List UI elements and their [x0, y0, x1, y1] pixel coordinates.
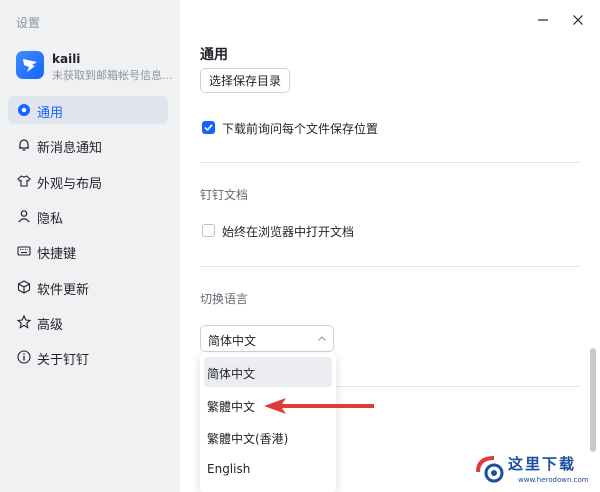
- check-icon: [204, 124, 213, 132]
- divider: [200, 162, 580, 163]
- language-select[interactable]: 简体中文: [200, 325, 334, 352]
- language-option-english[interactable]: English: [204, 454, 332, 484]
- sidebar-item-notifications[interactable]: 新消息通知: [8, 131, 168, 159]
- annotation-arrow: [264, 398, 374, 414]
- section-title: 通用: [200, 47, 228, 63]
- sidebar-item-label: 关于钉钉: [37, 353, 90, 368]
- window-title: 设置: [16, 16, 41, 30]
- minimize-icon[interactable]: [536, 13, 550, 27]
- checkbox-unchecked[interactable]: [202, 224, 215, 237]
- sidebar-item-label: 软件更新: [37, 283, 90, 298]
- dingtalk-logo-icon: [23, 59, 37, 72]
- person-icon: [18, 210, 30, 223]
- language-dropdown-menu: 简体中文 繁體中文 繁體中文(香港) English: [200, 354, 336, 492]
- profile-name: kaili: [52, 52, 81, 66]
- bell-icon: [19, 139, 29, 151]
- keyboard-icon: [17, 246, 31, 256]
- box-icon: [17, 280, 31, 294]
- watermark-logo-icon: [476, 456, 504, 483]
- docs-section-title: 钉钉文档: [200, 188, 249, 202]
- sidebar-item-label: 隐私: [37, 212, 64, 227]
- chevron-up-icon: [318, 336, 326, 341]
- sidebar-item-appearance[interactable]: 外观与布局: [8, 167, 168, 195]
- checkbox-checked[interactable]: [202, 121, 215, 134]
- language-section-title: 切换语言: [200, 292, 249, 306]
- sidebar-item-advanced[interactable]: 高级: [8, 308, 168, 336]
- scrollbar-thumb[interactable]: [590, 348, 596, 452]
- sidebar-item-label: 快捷键: [37, 247, 77, 262]
- star-icon: [17, 315, 31, 329]
- sidebar-item-privacy[interactable]: 隐私: [8, 202, 168, 230]
- sidebar: 设置 kaili 未获取到邮箱帐号信息... 通用 新消息通知 外观与布局 隐私…: [0, 0, 180, 492]
- sidebar-item-shortcuts[interactable]: 快捷键: [8, 237, 168, 265]
- sidebar-item-label: 通用: [37, 106, 64, 121]
- sidebar-item-label: 高级: [37, 318, 64, 333]
- watermark-url: www.herodown.com: [518, 476, 589, 484]
- sidebar-item-label: 新消息通知: [37, 141, 103, 156]
- profile-card[interactable]: kaili 未获取到邮箱帐号信息...: [16, 51, 176, 83]
- watermark-text: 这里下载: [508, 455, 577, 473]
- checkbox-label: 始终在浏览器中打开文档: [222, 225, 355, 239]
- choose-save-directory-button[interactable]: 选择保存目录: [200, 68, 291, 93]
- sidebar-item-about[interactable]: 关于钉钉: [8, 343, 168, 371]
- divider: [200, 266, 580, 267]
- site-watermark: 这里下载 www.herodown.com: [474, 450, 598, 490]
- language-selected-value: 简体中文: [208, 334, 257, 348]
- settings-panel: 通用 选择保存目录 下载前询问每个文件保存位置 钉钉文档 始终在浏览器中打开文档…: [180, 0, 600, 492]
- open-docs-in-browser-checkbox[interactable]: 始终在浏览器中打开文档: [200, 222, 380, 240]
- checkbox-label: 下载前询问每个文件保存位置: [222, 122, 379, 136]
- shirt-icon: [17, 175, 31, 187]
- ask-save-location-checkbox[interactable]: 下载前询问每个文件保存位置: [200, 119, 400, 137]
- avatar: [16, 51, 44, 79]
- sidebar-item-label: 外观与布局: [37, 177, 103, 192]
- language-option-traditional-chinese-hk[interactable]: 繁體中文(香港): [204, 422, 332, 452]
- settings-icon: [18, 104, 30, 116]
- language-option-simplified-chinese[interactable]: 简体中文: [204, 357, 332, 387]
- profile-subtitle: 未获取到邮箱帐号信息...: [52, 69, 173, 82]
- info-icon: [17, 350, 31, 364]
- sidebar-item-general[interactable]: 通用: [8, 96, 168, 124]
- sidebar-item-updates[interactable]: 软件更新: [8, 273, 168, 301]
- close-icon[interactable]: [571, 13, 585, 27]
